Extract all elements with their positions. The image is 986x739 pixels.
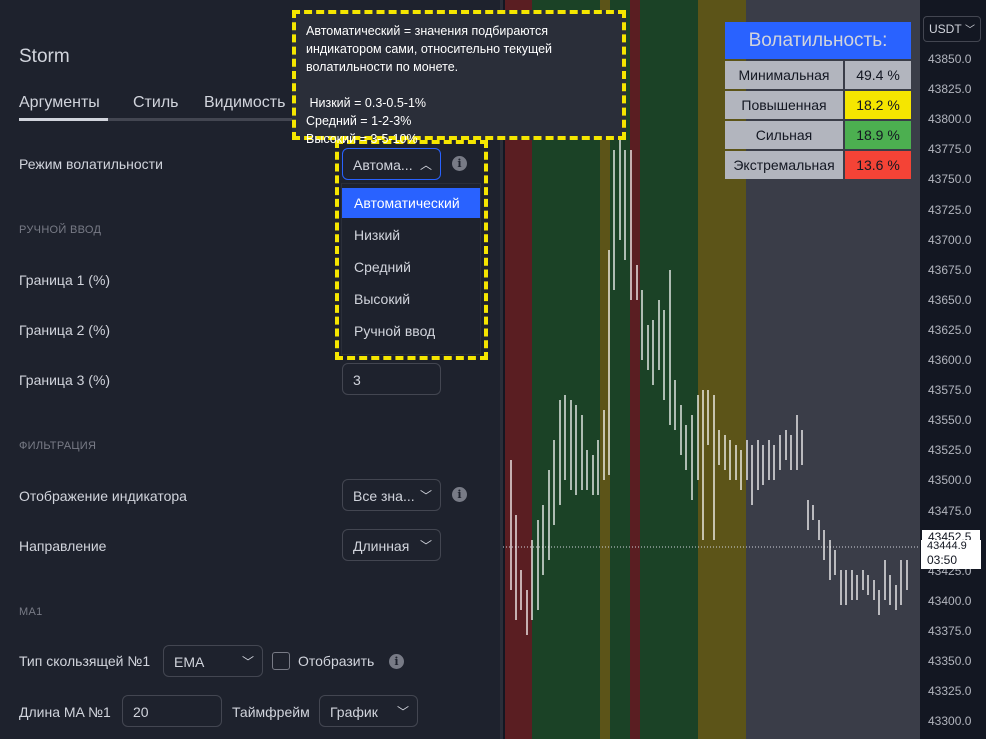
- direction-label: Направление: [19, 538, 107, 554]
- tooltip-line: Высокий = 3-5-10%: [306, 132, 418, 146]
- tooltip-line: волатильности по монете.: [306, 60, 459, 74]
- countdown-tag: 03:50: [921, 553, 981, 569]
- tab-arguments[interactable]: Аргументы: [19, 94, 100, 112]
- volatility-name: Повышенная: [725, 91, 843, 119]
- volatility-name: Экстремальная: [725, 151, 843, 179]
- ma-length-value: 20: [133, 704, 149, 720]
- price-tick-label: 43700.0: [928, 232, 972, 247]
- volatility-value: 18.9 %: [845, 121, 911, 149]
- second-price-tag: 43444.9: [921, 540, 981, 554]
- price-tick-label: 43800.0: [928, 112, 972, 127]
- price-tick-label: 43625.0: [928, 322, 972, 337]
- ma-type-select[interactable]: EMA ﹀: [163, 645, 263, 677]
- show-ma-checkbox[interactable]: [272, 652, 290, 670]
- volatility-value: 49.4 %: [845, 61, 911, 89]
- price-tick-label: 43575.0: [928, 383, 972, 398]
- tooltip-line: Низкий = 0.3-0.5-1%: [306, 96, 427, 110]
- chevron-down-icon: ﹀: [419, 539, 432, 553]
- price-tick-label: 43525.0: [928, 443, 972, 458]
- border1-label: Граница 1 (%): [19, 272, 111, 288]
- ma-length-input[interactable]: 20: [122, 695, 222, 727]
- timeframe-select[interactable]: График ﹀: [319, 695, 418, 727]
- chevron-down-icon: ﹀: [419, 489, 432, 503]
- volatility-tooltip: Автоматический = значения подбираются ин…: [292, 10, 626, 146]
- currency-label: USDT: [929, 22, 962, 36]
- border3-input[interactable]: 3: [342, 363, 441, 395]
- info-icon[interactable]: i: [389, 654, 404, 669]
- price-tick-label: 43475.0: [928, 503, 972, 518]
- dropdown-highlight-box: [335, 140, 488, 360]
- currency-select[interactable]: USDT ﹀: [923, 16, 981, 42]
- price-tick-label: 43400.0: [928, 593, 972, 608]
- ma1-section-heading: MA1: [19, 606, 43, 618]
- price-tick-label: 43750.0: [928, 172, 972, 187]
- timeframe-label: Таймфрейм: [232, 704, 310, 720]
- price-tick-label: 43300.0: [928, 714, 972, 729]
- display-select[interactable]: Все зна... ﹀: [342, 479, 441, 511]
- price-tick-label: 43775.0: [928, 142, 972, 157]
- volatility-name: Минимальная: [725, 61, 843, 89]
- timeframe-value: График: [330, 704, 378, 720]
- volatility-value: 13.6 %: [845, 151, 911, 179]
- direction-select[interactable]: Длинная ﹀: [342, 529, 441, 561]
- price-tick-label: 43650.0: [928, 292, 972, 307]
- chevron-down-icon: ﹀: [965, 25, 975, 36]
- price-tick-label: 43375.0: [928, 623, 972, 638]
- info-icon[interactable]: i: [452, 487, 467, 502]
- table-row: Минимальная 49.4 %: [725, 61, 911, 89]
- filter-section-heading: ФИЛЬТРАЦИЯ: [19, 440, 97, 452]
- ma-length-label: Длина MA №1: [19, 704, 111, 720]
- price-tick-label: 43850.0: [928, 52, 972, 66]
- border3-label: Граница 3 (%): [19, 372, 111, 388]
- volatility-value: 18.2 %: [845, 91, 911, 119]
- price-tick-label: 43550.0: [928, 413, 972, 428]
- price-tick-label: 43350.0: [928, 654, 972, 668]
- tab-visibility[interactable]: Видимость: [204, 94, 285, 112]
- tooltip-line: Средний = 1-2-3%: [306, 114, 412, 128]
- volatility-table-header: Волатильность:: [725, 22, 911, 59]
- table-row: Повышенная 18.2 %: [725, 91, 911, 119]
- table-row: Сильная 18.9 %: [725, 121, 911, 149]
- price-tick-label: 43725.0: [928, 202, 972, 217]
- price-tick-label: 43825.0: [928, 82, 972, 97]
- table-row: Экстремальная 13.6 %: [725, 151, 911, 179]
- border2-label: Граница 2 (%): [19, 322, 111, 338]
- direction-value: Длинная: [353, 538, 410, 554]
- price-tick-label: 43325.0: [928, 684, 972, 699]
- price-tick-label: 43675.0: [928, 262, 972, 277]
- display-label: Отображение индикатора: [19, 488, 187, 504]
- price-tick-label: 43500.0: [928, 473, 972, 488]
- border3-value: 3: [353, 372, 361, 388]
- price-axis[interactable]: 43850.0 43825.0 43800.0 43775.0 43750.0 43725…: [920, 0, 986, 739]
- manual-section-heading: РУЧНОЙ ВВОД: [19, 224, 102, 236]
- tab-underline: [19, 118, 309, 121]
- ma-type-label: Тип скользящей №1: [19, 653, 151, 669]
- display-value: Все зна...: [353, 488, 415, 504]
- dialog-title: Storm: [19, 46, 70, 67]
- tooltip-line: индикатором сами, относительно текущей: [306, 42, 553, 56]
- price-tick-label: 43600.0: [928, 353, 972, 367]
- volatility-table: Волатильность: Минимальная 49.4 % Повыше…: [725, 22, 911, 181]
- chevron-down-icon: ﹀: [241, 655, 254, 669]
- chevron-down-icon: ﹀: [396, 705, 409, 719]
- volatility-name: Сильная: [725, 121, 843, 149]
- tooltip-line: Автоматический = значения подбираются: [306, 24, 549, 38]
- tab-style[interactable]: Стиль: [133, 94, 179, 112]
- show-ma-label: Отобразить: [298, 653, 375, 669]
- ma-type-value: EMA: [174, 654, 205, 670]
- volatility-mode-label: Режим волатильности: [19, 156, 163, 172]
